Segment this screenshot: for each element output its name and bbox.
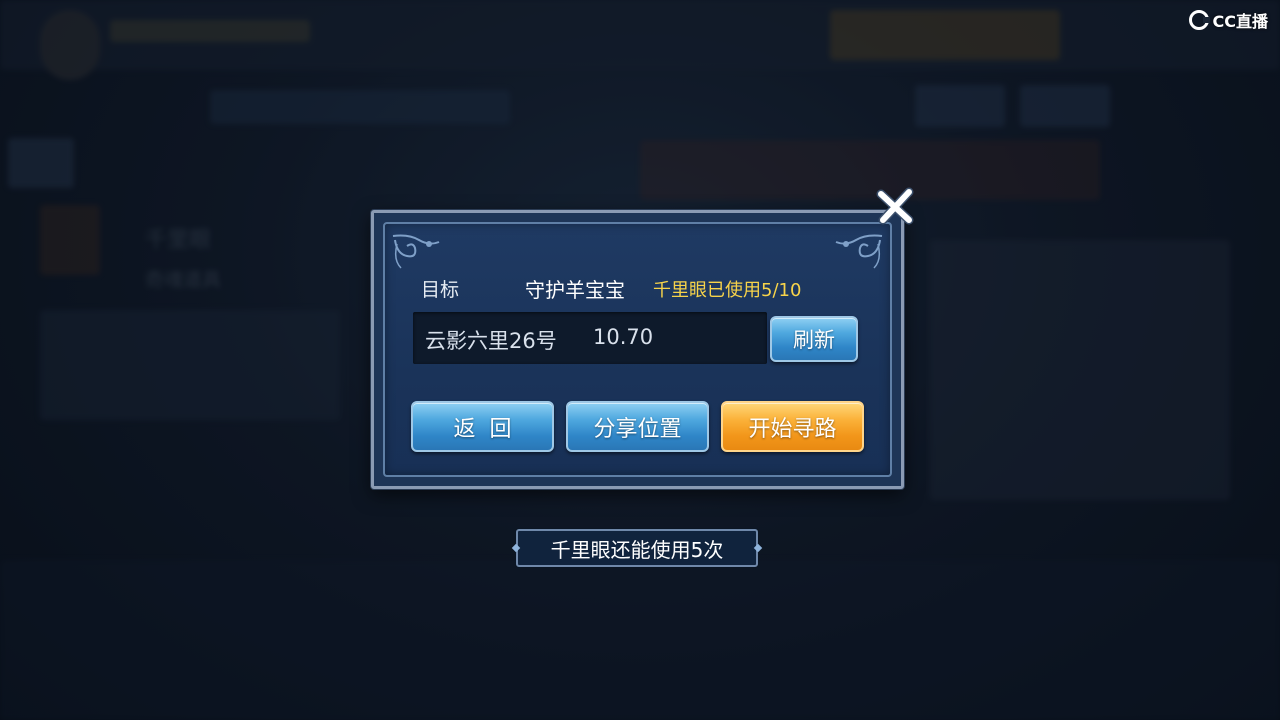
corner-ornament-icon [392,234,440,269]
cc-logo-icon [1188,10,1210,30]
close-x-icon [876,187,914,225]
watermark-text: CC直播 [1212,12,1269,31]
target-label: 目标 [421,279,460,301]
usage-counter: 千里眼已使用5/10 [653,280,802,301]
remaining-uses-tip: 千里眼还能使用5次 [516,529,758,567]
location-coordinate: 10.70 [593,325,654,349]
target-name: 守护羊宝宝 [525,278,625,302]
remaining-uses-text: 千里眼还能使用5次 [550,537,724,562]
back-button[interactable]: 返回 [411,401,554,452]
share-location-button[interactable]: 分享位置 [566,401,709,452]
game-screen: 千里眼 奇魂道具 CC直播 目标 守护羊宝宝 千里眼已使用5/10 云影六里26… [0,0,1280,720]
close-button[interactable] [873,184,917,228]
location-name: 云影六里26号 [425,329,557,353]
start-pathfinding-button[interactable]: 开始寻路 [721,401,864,452]
corner-ornament-icon [835,234,883,269]
cc-watermark: CC直播 [1188,8,1269,32]
location-display: 云影六里26号 10.70 [413,312,767,364]
refresh-button[interactable]: 刷新 [770,316,858,362]
